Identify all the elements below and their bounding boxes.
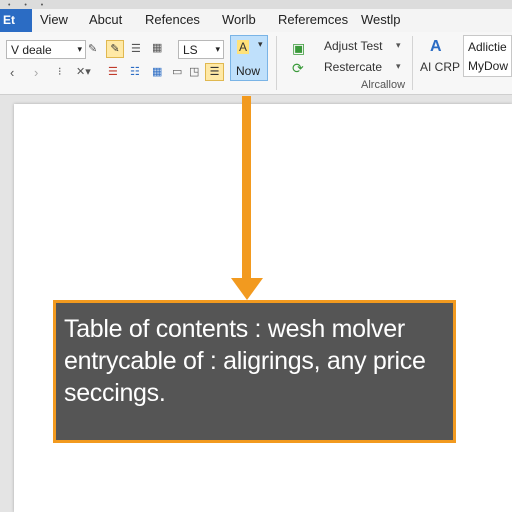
menu-tab-westlp[interactable]: Westlp <box>361 12 401 27</box>
now-button[interactable]: A ▾ Now <box>230 35 268 81</box>
ai-crp-button[interactable]: AI CRP <box>420 60 460 74</box>
callout-box: Table of contents : wesh molver entrycab… <box>53 300 456 443</box>
now-label: Now <box>236 64 261 78</box>
quick-access-icons[interactable]: • • • <box>8 2 49 9</box>
chevron-down-icon: ▾ <box>396 61 401 71</box>
style-preview-1[interactable]: Adlictie <box>468 40 507 54</box>
list-icon[interactable]: ☰ <box>131 42 141 55</box>
menu-tab-about[interactable]: Abcut <box>89 12 122 27</box>
clear-format-icon[interactable]: ✕▾ <box>76 65 91 78</box>
style-dropdown[interactable]: V deale ▾ <box>6 40 86 59</box>
restart-button[interactable]: Restercate <box>324 60 382 74</box>
ai-icon[interactable]: A <box>430 38 442 56</box>
style-dropdown-value: V deale <box>11 43 52 57</box>
style-preview-2[interactable]: MyDow <box>468 59 508 73</box>
paragraph-icon: ☰ <box>209 66 220 78</box>
menu-tab-active[interactable]: Et <box>0 9 32 32</box>
menu-tab-view[interactable]: View <box>40 12 68 27</box>
numbered-list-icon[interactable]: ☷ <box>130 65 140 78</box>
menu-tab-references[interactable]: Refences <box>145 12 200 27</box>
forward-icon[interactable]: › <box>34 65 38 80</box>
adjust-text-button[interactable]: Adjust Test <box>324 39 382 53</box>
menu-tab-world[interactable]: Worlb <box>222 12 256 27</box>
style-gallery[interactable]: Adlictie MyDow <box>463 35 512 77</box>
highlight-icon: ✎ <box>110 43 120 55</box>
highlight-button[interactable]: ✎ <box>106 40 124 58</box>
menu-tab-references-2[interactable]: Referemces <box>278 12 348 27</box>
pencil-icon[interactable]: ✎ <box>88 42 97 55</box>
chevron-down-icon: ▾ <box>258 39 263 49</box>
table-icon[interactable]: ▦ <box>152 65 162 78</box>
restart-icon[interactable]: ⟳ <box>292 60 304 77</box>
group-label: Alrcallow <box>361 79 406 91</box>
shape-icon[interactable]: ◳ <box>189 65 199 78</box>
font-size-value: LS <box>183 43 198 57</box>
menu-bar: Et View Abcut Refences Worlb Referemces … <box>0 9 512 32</box>
pointer-arrow-head <box>231 278 263 300</box>
align-icon[interactable]: ☰ <box>108 65 118 78</box>
paragraph-button[interactable]: ☰ <box>205 63 224 81</box>
title-bar: • • • <box>0 0 512 9</box>
pointer-arrow <box>242 96 251 282</box>
font-size-dropdown[interactable]: LS ▾ <box>178 40 224 59</box>
chevron-down-icon: ▾ <box>77 44 82 54</box>
grid-icon[interactable]: ▦ <box>152 41 162 54</box>
callout-text: Table of contents : wesh molver entrycab… <box>64 315 426 407</box>
back-icon[interactable]: ‹ <box>10 65 14 80</box>
image-icon[interactable]: ▭ <box>172 65 182 78</box>
chevron-down-icon: ▾ <box>215 44 220 54</box>
divider <box>412 36 413 90</box>
colon-icon[interactable]: ⁝ <box>58 65 62 78</box>
divider <box>276 36 277 90</box>
highlighter-icon: A <box>237 40 250 54</box>
adjust-icon[interactable]: ▣ <box>292 40 305 57</box>
chevron-down-icon: ▾ <box>396 40 401 50</box>
